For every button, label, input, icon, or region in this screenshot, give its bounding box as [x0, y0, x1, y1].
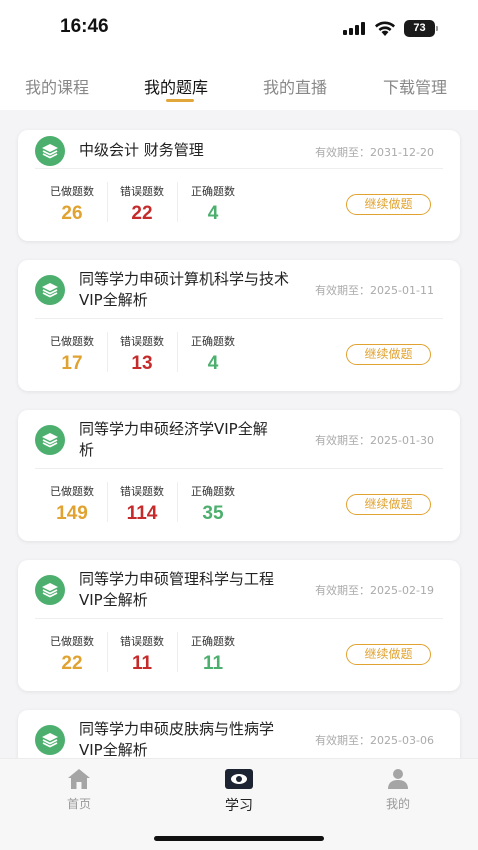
continue-practice-button[interactable]: 继续做题	[346, 344, 431, 365]
card-title: 同等学力申硕经济学VIP全解析	[79, 420, 268, 459]
wifi-icon	[375, 21, 395, 36]
nav-study[interactable]: 学习	[199, 767, 279, 815]
wrong-count: 错误题数 13	[120, 335, 164, 374]
continue-practice-button[interactable]: 继续做题	[346, 644, 431, 665]
card-title: 同等学力申硕皮肤病与性病学VIP全解析	[79, 720, 275, 758]
study-icon	[199, 767, 279, 791]
right-count: 正确题数 4	[191, 185, 235, 224]
card-title: 同等学力申硕计算机科学与技术VIP全解析	[79, 270, 290, 309]
expire-date: 有效期至：2025-03-06	[315, 734, 434, 747]
wrong-count: 错误题数 11	[120, 635, 164, 674]
home-indicator[interactable]	[154, 836, 324, 841]
nav-home[interactable]: 首页	[39, 767, 119, 812]
wrong-count: 错误题数 114	[120, 485, 164, 524]
books-icon	[35, 575, 65, 605]
tab-my-question-bank[interactable]: 我的题库	[144, 74, 208, 98]
battery-level: 73	[413, 22, 426, 34]
books-icon	[35, 275, 65, 305]
profile-icon	[358, 767, 438, 791]
card-title: 中级会计 财务管理	[79, 141, 204, 159]
question-bank-card[interactable]: 同等学力申硕皮肤病与性病学VIP全解析 有效期至：2025-03-06	[18, 710, 460, 758]
question-bank-list[interactable]: 中级会计 财务管理 有效期至：2031-12-20 已做题数 26 错误题数 2…	[0, 110, 478, 758]
card-title: 同等学力申硕管理科学与工程VIP全解析	[79, 570, 275, 609]
battery-icon: 73	[404, 20, 438, 37]
done-count: 已做题数 149	[50, 485, 94, 524]
wrong-count: 错误题数 22	[120, 185, 164, 224]
question-bank-card[interactable]: 中级会计 财务管理 有效期至：2031-12-20 已做题数 26 错误题数 2…	[18, 130, 460, 241]
books-icon	[35, 725, 65, 755]
expire-date: 有效期至：2025-01-30	[315, 434, 434, 447]
right-count: 正确题数 4	[191, 335, 235, 374]
status-bar: 16:46 73	[0, 0, 478, 58]
continue-practice-button[interactable]: 继续做题	[346, 194, 431, 215]
continue-practice-button[interactable]: 继续做题	[346, 494, 431, 515]
question-bank-card[interactable]: 同等学力申硕经济学VIP全解析 有效期至：2025-01-30 已做题数 149…	[18, 410, 460, 541]
books-icon	[35, 425, 65, 455]
home-icon	[39, 767, 119, 791]
question-bank-card[interactable]: 同等学力申硕计算机科学与技术VIP全解析 有效期至：2025-01-11 已做题…	[18, 260, 460, 391]
expire-date: 有效期至：2025-02-19	[315, 584, 434, 597]
tab-my-live[interactable]: 我的直播	[263, 74, 327, 98]
top-tabs: 我的课程 我的题库 我的直播 下载管理	[0, 58, 478, 110]
status-time: 16:46	[60, 16, 109, 37]
expire-date: 有效期至：2025-01-11	[315, 284, 434, 297]
question-bank-card[interactable]: 同等学力申硕管理科学与工程VIP全解析 有效期至：2025-02-19 已做题数…	[18, 560, 460, 691]
active-tab-indicator	[166, 99, 194, 102]
cellular-signal-icon	[343, 22, 367, 35]
right-count: 正确题数 11	[191, 635, 235, 674]
tab-download-manager[interactable]: 下载管理	[383, 74, 447, 98]
nav-profile[interactable]: 我的	[358, 767, 438, 812]
tab-my-courses[interactable]: 我的课程	[25, 74, 89, 98]
right-count: 正确题数 35	[191, 485, 235, 524]
done-count: 已做题数 22	[50, 635, 94, 674]
books-icon	[35, 136, 65, 166]
done-count: 已做题数 26	[50, 185, 94, 224]
expire-date: 有效期至：2031-12-20	[315, 146, 434, 159]
done-count: 已做题数 17	[50, 335, 94, 374]
